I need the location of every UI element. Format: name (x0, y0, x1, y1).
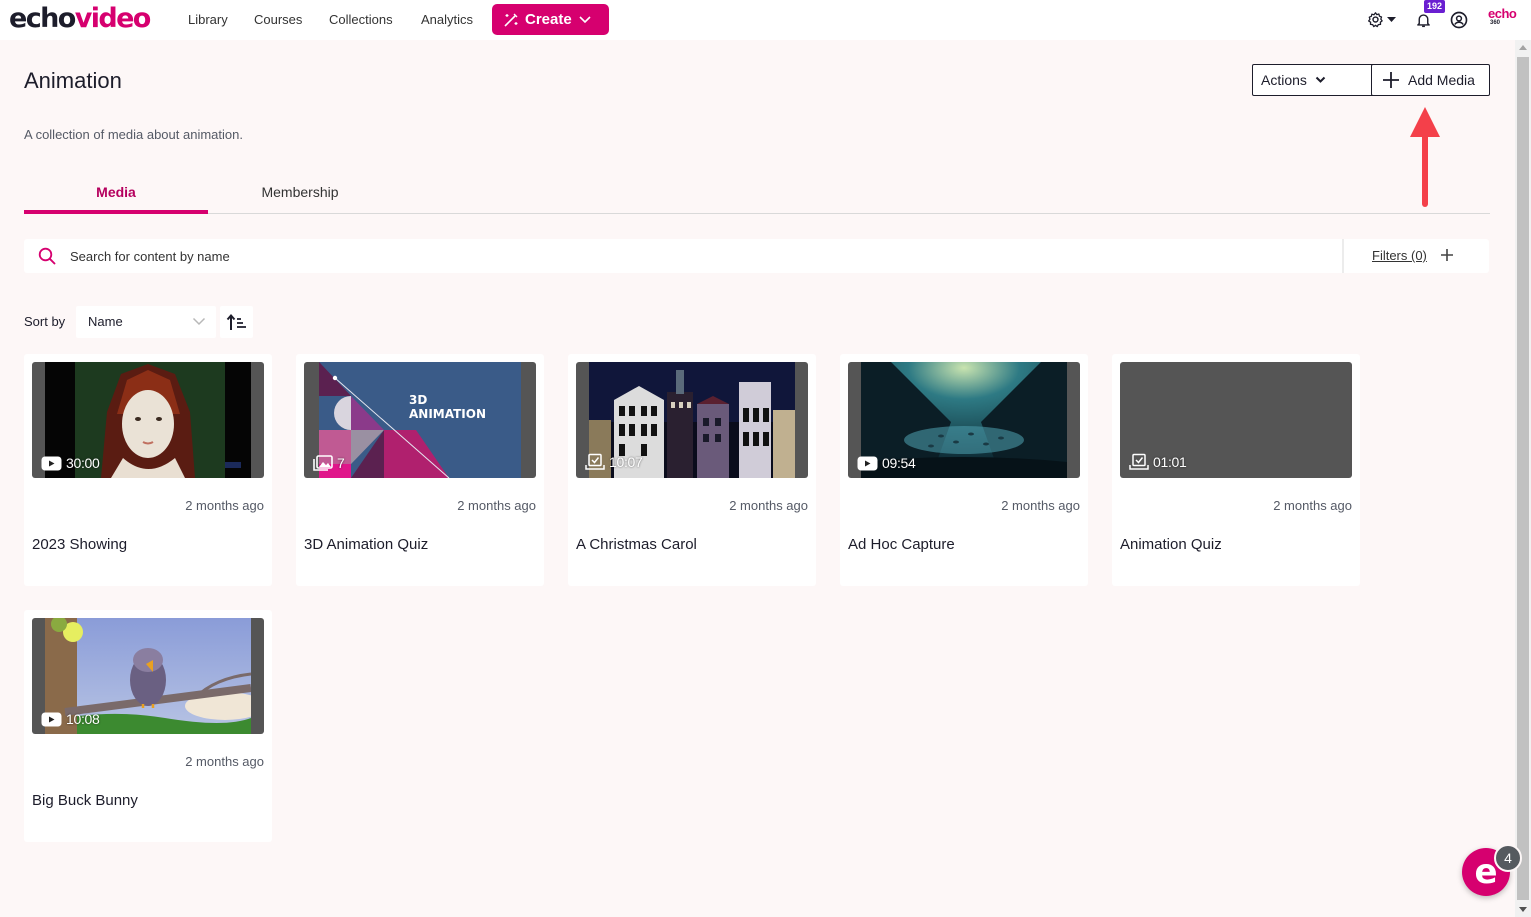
nav-collections[interactable]: Collections (329, 12, 393, 27)
media-thumbnail[interactable]: 09:54 (848, 362, 1080, 478)
user-avatar-icon (1450, 11, 1468, 29)
echo360-logo[interactable]: echo 360 (1488, 6, 1517, 27)
scroll-up-arrow-icon[interactable] (1519, 45, 1527, 50)
media-card[interactable]: 3D ANIMATION 7 2 months ago 3D Animation… (296, 354, 544, 586)
search-icon (38, 247, 56, 270)
search-bar: Filters (0) (24, 239, 1489, 273)
media-card[interactable]: 30:00 2 months ago 2023 Showing (24, 354, 272, 586)
chevron-down-icon (1315, 76, 1326, 83)
sort-ascending-icon (226, 313, 246, 330)
media-thumbnail[interactable]: 10:07 (576, 362, 808, 478)
media-card[interactable]: 09:54 2 months ago Ad Hoc Capture (840, 354, 1088, 586)
notification-count-badge: 192 (1424, 0, 1446, 13)
media-thumbnail[interactable]: 30:00 (32, 362, 264, 478)
duration-text: 01:01 (1153, 454, 1187, 470)
collection-tabs: Media Membership (24, 172, 1490, 214)
slide-count-text: 7 (337, 455, 345, 471)
chevron-down-icon (192, 317, 206, 326)
sort-by-label: Sort by (24, 314, 66, 329)
nav-analytics[interactable]: Analytics (421, 12, 473, 27)
sort-selected-value: Name (88, 314, 123, 329)
actions-label: Actions (1261, 72, 1307, 88)
nav-library[interactable]: Library (188, 12, 228, 27)
media-duration: 01:01 (1129, 453, 1187, 471)
echovideo-logo[interactable]: echovideo (9, 3, 152, 34)
scrollbar-thumb[interactable] (1517, 57, 1529, 900)
search-divider (1342, 239, 1344, 273)
echo360-logo-top: echo (1488, 6, 1517, 21)
thumb-text-3d: 3D (409, 393, 427, 407)
create-button[interactable]: Create (492, 4, 609, 35)
media-thumbnail[interactable]: 10:08 (32, 618, 264, 734)
media-date: 2 months ago (185, 754, 264, 769)
collection-description: A collection of media about animation. (24, 127, 243, 142)
media-date: 2 months ago (1273, 498, 1352, 513)
media-card[interactable]: 10:08 2 months ago Big Buck Bunny (24, 610, 272, 842)
caret-down-icon (1387, 16, 1396, 22)
create-label: Create (525, 11, 572, 28)
top-navigation: echovideo Library Courses Collections An… (0, 0, 1531, 40)
scroll-down-arrow-icon[interactable] (1519, 907, 1527, 912)
add-filter-plus-icon[interactable] (1440, 248, 1454, 267)
duration-text: 09:54 (882, 455, 916, 471)
image-gallery-icon (313, 455, 333, 471)
chevron-down-icon (579, 15, 591, 23)
logo-echo-text: echo (9, 3, 76, 34)
quiz-icon (1129, 453, 1149, 470)
chat-unread-badge: 4 (1494, 844, 1522, 872)
plus-icon (1383, 72, 1399, 88)
actions-dropdown-button[interactable]: Actions (1252, 64, 1375, 96)
media-date: 2 months ago (185, 498, 264, 513)
notifications-button[interactable] (1415, 11, 1432, 34)
sort-order-toggle[interactable] (220, 306, 253, 338)
media-duration: 10:07 (585, 453, 643, 471)
tab-membership[interactable]: Membership (208, 172, 392, 213)
bell-icon (1417, 14, 1430, 28)
media-date: 2 months ago (1001, 498, 1080, 513)
sort-by-select[interactable]: Name (76, 306, 216, 338)
media-date: 2 months ago (457, 498, 536, 513)
logo-video-text: video (74, 3, 152, 34)
media-title[interactable]: A Christmas Carol (576, 536, 697, 553)
media-duration: 7 (313, 455, 345, 471)
filters-button[interactable]: Filters (0) (1372, 248, 1427, 263)
tab-media[interactable]: Media (24, 172, 208, 214)
duration-text: 10:07 (609, 454, 643, 470)
media-card[interactable]: 10:07 2 months ago A Christmas Carol (568, 354, 816, 586)
media-date: 2 months ago (729, 498, 808, 513)
nav-courses[interactable]: Courses (254, 12, 302, 27)
duration-text: 10:08 (66, 711, 100, 727)
echo360-logo-bottom: 360 (1490, 20, 1501, 26)
media-title[interactable]: Big Buck Bunny (32, 792, 138, 809)
add-media-label: Add Media (1408, 72, 1475, 88)
video-icon (857, 456, 878, 470)
add-media-button[interactable]: Add Media (1371, 64, 1490, 96)
media-duration: 10:08 (41, 711, 100, 727)
media-card[interactable]: 01:01 2 months ago Animation Quiz (1112, 354, 1360, 586)
video-icon (41, 456, 62, 470)
media-duration: 30:00 (41, 455, 100, 471)
gear-icon (1367, 12, 1383, 28)
magic-wand-icon (504, 13, 518, 27)
user-profile-button[interactable] (1450, 11, 1468, 34)
3d-animation-thumbnail-art: 3D ANIMATION (319, 362, 521, 478)
video-icon (41, 712, 62, 726)
media-title[interactable]: Animation Quiz (1120, 536, 1222, 553)
search-input[interactable] (70, 239, 1340, 273)
media-title[interactable]: Ad Hoc Capture (848, 536, 955, 553)
page-scrollbar[interactable] (1515, 40, 1531, 917)
duration-text: 30:00 (66, 455, 100, 471)
media-duration: 09:54 (857, 455, 916, 471)
media-title[interactable]: 3D Animation Quiz (304, 536, 428, 553)
media-thumbnail[interactable]: 01:01 (1120, 362, 1352, 478)
page-title: Animation (24, 68, 122, 93)
media-thumbnail[interactable]: 3D ANIMATION 7 (304, 362, 536, 478)
quiz-icon (585, 453, 605, 470)
thumb-text-animation: ANIMATION (409, 407, 486, 421)
settings-menu[interactable] (1367, 11, 1396, 28)
media-title[interactable]: 2023 Showing (32, 536, 127, 553)
